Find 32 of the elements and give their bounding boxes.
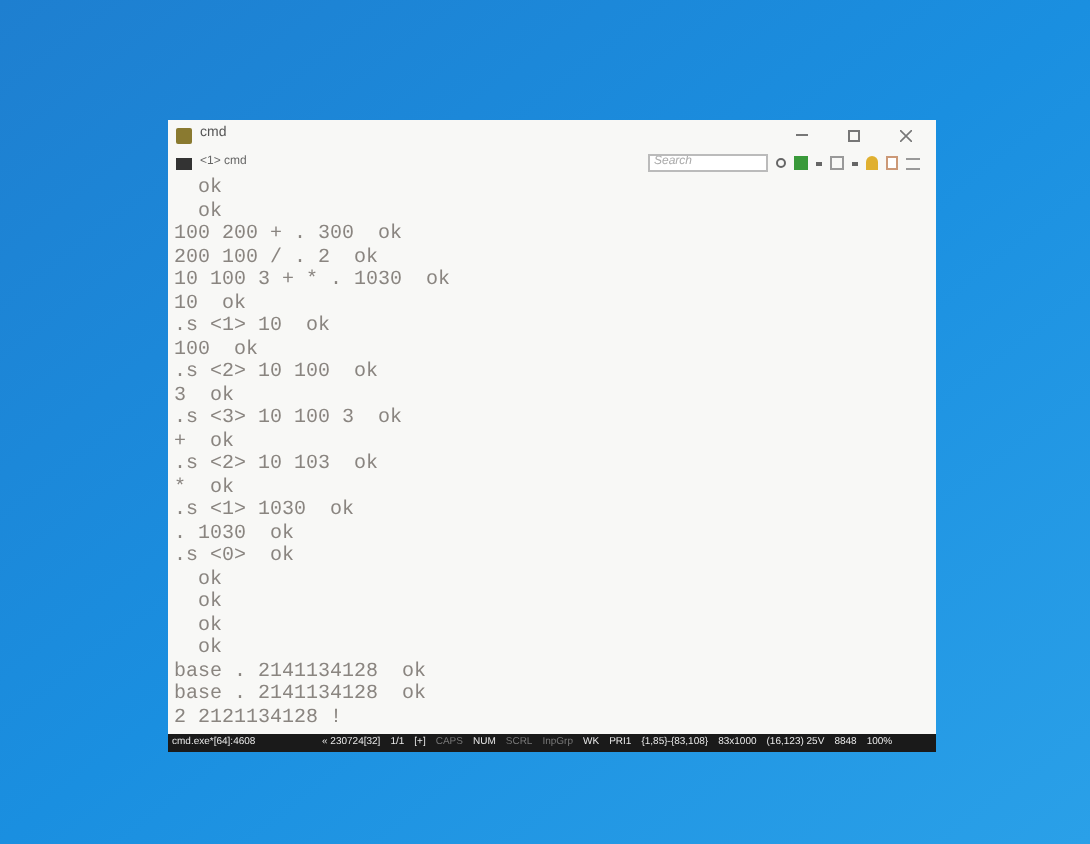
console-line: * ok <box>174 477 235 500</box>
console-line: 10 ok <box>174 293 247 316</box>
document-icon[interactable] <box>886 156 898 170</box>
app-icon <box>176 127 192 143</box>
console-line: .s <0> ok <box>174 546 295 569</box>
console-line: .s <1> 1030 ok <box>174 500 355 523</box>
console-line: 100 ok <box>174 339 259 362</box>
console-line: .s <2> 10 100 ok <box>174 362 379 385</box>
close-icon[interactable] <box>900 129 912 141</box>
console-icon <box>176 157 192 169</box>
console-line: .s <1> 10 ok <box>174 316 331 339</box>
console-line: ok <box>196 178 223 201</box>
console-line: ok <box>196 615 223 637</box>
console-line: ok <box>196 592 223 615</box>
console-line: 3 ok <box>174 385 235 408</box>
maximize-icon[interactable] <box>848 129 860 141</box>
search-icon[interactable] <box>776 158 786 168</box>
console-line: 10 100 3 + * . 1030 ok <box>174 270 451 293</box>
console-line: 100 200 + . 300 ok <box>174 224 403 247</box>
menu-icon[interactable] <box>906 157 920 169</box>
console-line: base . 2141134128 ok <box>174 684 427 707</box>
console-line: ok <box>196 569 223 591</box>
console-line: .s <3> 10 100 3 ok <box>174 408 403 431</box>
console-line: ok <box>196 201 223 224</box>
panel-icon[interactable] <box>830 156 844 170</box>
console-line: base . 2141134128 ok <box>174 661 427 683</box>
console-line: 200 100 / . 2 ok <box>174 247 379 269</box>
console-line: . 1030 ok <box>174 523 295 545</box>
console-line: + ok <box>174 431 235 454</box>
console-line: 2 2121134128 ! <box>174 707 343 730</box>
console-line: ok <box>196 638 223 661</box>
console-line: .s <2> 10 103 ok <box>174 454 379 477</box>
